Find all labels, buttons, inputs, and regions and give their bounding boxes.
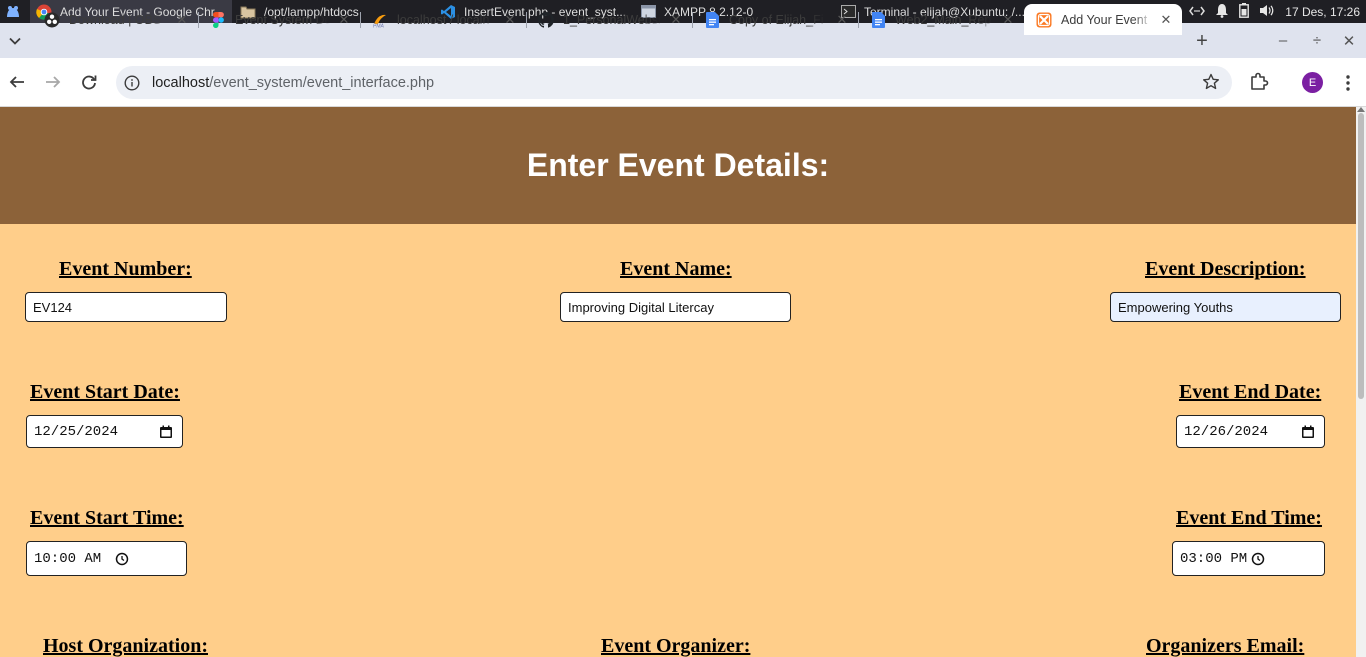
site-info-icon[interactable] — [122, 73, 142, 93]
whisker-menu-icon[interactable] — [0, 0, 26, 23]
event-end-time-label: Event End Time: — [1176, 507, 1322, 529]
tab-obs[interactable]: Download | OBS ✕ — [32, 4, 199, 35]
svg-text:PMA: PMA — [373, 23, 385, 28]
back-button[interactable] — [4, 69, 30, 95]
arrow-right-icon — [46, 76, 61, 88]
page-viewport: Enter Event Details: Event Number: EV124… — [0, 107, 1356, 657]
event-number-label: Event Number: — [59, 258, 192, 280]
address-bar[interactable]: localhost/event_system/event_interface.p… — [116, 66, 1232, 99]
event-start-time-label: Event Start Time: — [30, 507, 184, 529]
start-date-value: 12/25/2024 — [34, 423, 119, 440]
tab-phpmyadmin[interactable]: PMA localhost / localh ✕ — [360, 4, 527, 35]
phpmyadmin-icon: PMA — [372, 12, 388, 28]
event-number-input[interactable]: EV124 — [25, 292, 227, 322]
url-host: localhost — [152, 74, 210, 91]
tab-docs-web2[interactable]: Web2_Main_Rep ✕ — [858, 4, 1024, 35]
close-tab-icon[interactable]: ✕ — [1000, 12, 1016, 28]
forward-button[interactable] — [40, 69, 66, 95]
minimize-button[interactable]: – — [1266, 23, 1300, 58]
profile-avatar[interactable]: E — [1302, 72, 1323, 93]
scroll-up-arrow-icon[interactable] — [1357, 107, 1365, 112]
close-tab-icon[interactable]: ✕ — [668, 12, 684, 28]
organizers-email-label: Organizers Email: — [1146, 635, 1305, 657]
page-title: Enter Event Details: — [526, 147, 830, 183]
figma-icon — [210, 11, 226, 28]
close-tab-icon[interactable]: ✕ — [336, 12, 352, 28]
more-menu-icon[interactable] — [1338, 72, 1358, 94]
tab-search-chevron-icon[interactable] — [4, 30, 26, 52]
url-text[interactable]: localhost/event_system/event_interface.p… — [152, 75, 434, 91]
xampp-icon — [1036, 12, 1052, 28]
event-end-date-input[interactable]: 12/26/2024 — [1176, 415, 1325, 448]
end-time-value: 03:00 PM — [1180, 550, 1248, 567]
new-tab-button[interactable]: + — [1190, 29, 1214, 53]
system-tray: 17 Des, 17:26 — [1189, 0, 1366, 23]
url-path: /event_system/event_interface.php — [209, 74, 435, 91]
event-organizer-label: Event Organizer: — [601, 635, 751, 657]
close-window-button[interactable]: ✕ — [1332, 23, 1366, 58]
event-name-input[interactable]: Improving Digital Litercay — [560, 292, 791, 322]
reload-icon — [82, 75, 97, 90]
network-icon[interactable] — [1189, 5, 1206, 19]
obs-icon — [44, 12, 60, 28]
tab-label: Copy of Elijah_Fi — [729, 12, 824, 27]
tab-label: Add Your Event — [1061, 12, 1148, 27]
notification-bell-icon[interactable] — [1215, 3, 1229, 21]
event-start-date-label: Event Start Date: — [30, 381, 180, 403]
battery-icon[interactable] — [1239, 2, 1250, 21]
calendar-icon[interactable] — [1301, 425, 1315, 439]
event-end-date-label: Event End Date: — [1179, 381, 1322, 403]
tab-figma[interactable]: Event System De ✕ — [198, 4, 361, 35]
reload-button[interactable] — [76, 69, 102, 95]
google-docs-icon — [704, 11, 720, 28]
event-end-time-input[interactable]: 03:00 PM — [1172, 541, 1325, 576]
event-start-date-input[interactable]: 12/25/2024 — [26, 415, 183, 448]
close-tab-icon[interactable]: ✕ — [834, 12, 850, 28]
event-start-time-input[interactable]: 10:00 AM — [26, 541, 187, 576]
page-header: Enter Event Details: — [0, 107, 1356, 224]
tab-docs-copy[interactable]: Copy of Elijah_Fi ✕ — [692, 4, 859, 35]
maximize-button[interactable]: ÷ — [1300, 23, 1334, 58]
tab-add-your-event[interactable]: Add Your Event ✕ — [1024, 4, 1182, 35]
browser-toolbar: localhost/event_system/event_interface.p… — [0, 58, 1366, 107]
close-tab-icon[interactable]: ✕ — [502, 12, 518, 28]
google-docs-icon — [870, 11, 886, 28]
tab-label: Download | OBS — [69, 12, 162, 27]
event-name-label: Event Name: — [620, 258, 732, 280]
tab-label: localhost / localh — [397, 12, 490, 27]
clock-icon[interactable] — [115, 552, 129, 566]
end-date-value: 12/26/2024 — [1184, 423, 1269, 440]
event-description-input[interactable]: Empowering Youths — [1110, 292, 1341, 322]
github-icon — [538, 11, 554, 28]
bookmark-star-icon[interactable] — [1202, 73, 1220, 91]
calendar-icon[interactable] — [159, 425, 173, 439]
scrollbar-thumb[interactable] — [1358, 113, 1364, 399]
volume-icon[interactable] — [1259, 4, 1275, 20]
tab-label: Web2_Main_Rep — [895, 12, 992, 27]
page-scrollbar[interactable] — [1356, 107, 1366, 657]
event-description-label: Event Description: — [1145, 258, 1306, 280]
close-tab-icon[interactable]: ✕ — [174, 12, 190, 28]
extensions-puzzle-icon[interactable] — [1248, 70, 1270, 92]
close-tab-icon[interactable]: ✕ — [1158, 12, 1174, 28]
clock-icon[interactable] — [1251, 552, 1265, 566]
panel-clock[interactable]: 17 Des, 17:26 — [1285, 5, 1360, 19]
arrow-left-icon — [9, 76, 24, 88]
tab-github[interactable]: 1_PersonalWebsi ✕ — [526, 4, 693, 35]
tab-label: 1_PersonalWebsi — [563, 12, 661, 27]
host-organization-label: Host Organization: — [43, 635, 208, 657]
start-time-value: 10:00 AM — [34, 550, 102, 567]
tab-label: Event System De — [235, 12, 330, 27]
